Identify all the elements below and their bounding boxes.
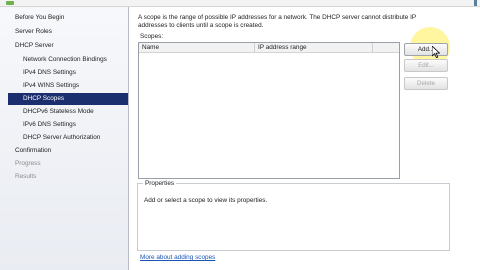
sidebar-item-dhcp-server[interactable]: DHCP Server: [0, 40, 128, 52]
sidebar-item-dhcpv6-stateless-mode[interactable]: DHCPv6 Stateless Mode: [0, 106, 128, 118]
add-button[interactable]: Add...: [404, 43, 448, 56]
sidebar-item-results: Results: [15, 173, 37, 180]
edit-button[interactable]: Edit...: [404, 59, 448, 72]
scopes-list-header: Name IP address range: [139, 43, 399, 53]
window-edge-accent: [474, 0, 477, 6]
properties-group: Properties Add or select a scope to view…: [137, 180, 450, 251]
sidebar-item-ipv4-wins-settings[interactable]: IPv4 WINS Settings: [0, 80, 128, 92]
main-panel: A scope is the range of possible IP addr…: [130, 7, 480, 270]
delete-button[interactable]: Delete: [404, 77, 448, 90]
sidebar-item-ipv4-dns-settings[interactable]: IPv4 DNS Settings: [0, 67, 128, 79]
more-about-scopes-link[interactable]: More about adding scopes: [140, 254, 215, 261]
scopes-label: Scopes:: [140, 33, 164, 40]
column-header-ip-address-range[interactable]: IP address range: [255, 43, 373, 52]
sidebar-item-dhcp-scopes[interactable]: DHCP Scopes: [8, 93, 128, 105]
sidebar-item-network-connection-bindings[interactable]: Network Connection Bindings: [0, 54, 128, 66]
page-description: A scope is the range of possible IP addr…: [138, 14, 417, 29]
wizard-sidebar: Before You Begin Server Roles DHCP Serve…: [0, 7, 129, 270]
scopes-list[interactable]: Name IP address range: [138, 42, 400, 179]
window-icon: [6, 1, 14, 5]
properties-title: Properties: [143, 180, 177, 187]
sidebar-item-before-you-begin[interactable]: Before You Begin: [0, 12, 128, 24]
sidebar-item-dhcp-server-authorization[interactable]: DHCP Server Authorization: [0, 132, 128, 144]
sidebar-item-ipv6-dns-settings[interactable]: IPv6 DNS Settings: [0, 119, 128, 131]
sidebar-item-confirmation[interactable]: Confirmation: [0, 145, 128, 157]
mouse-cursor-icon: [432, 46, 440, 58]
window-top-strip: [0, 0, 480, 7]
sidebar-item-progress: Progress: [15, 160, 41, 167]
sidebar-item-server-roles[interactable]: Server Roles: [0, 26, 128, 38]
properties-text: Add or select a scope to view its proper…: [144, 197, 268, 204]
column-header-name[interactable]: Name: [139, 43, 255, 52]
